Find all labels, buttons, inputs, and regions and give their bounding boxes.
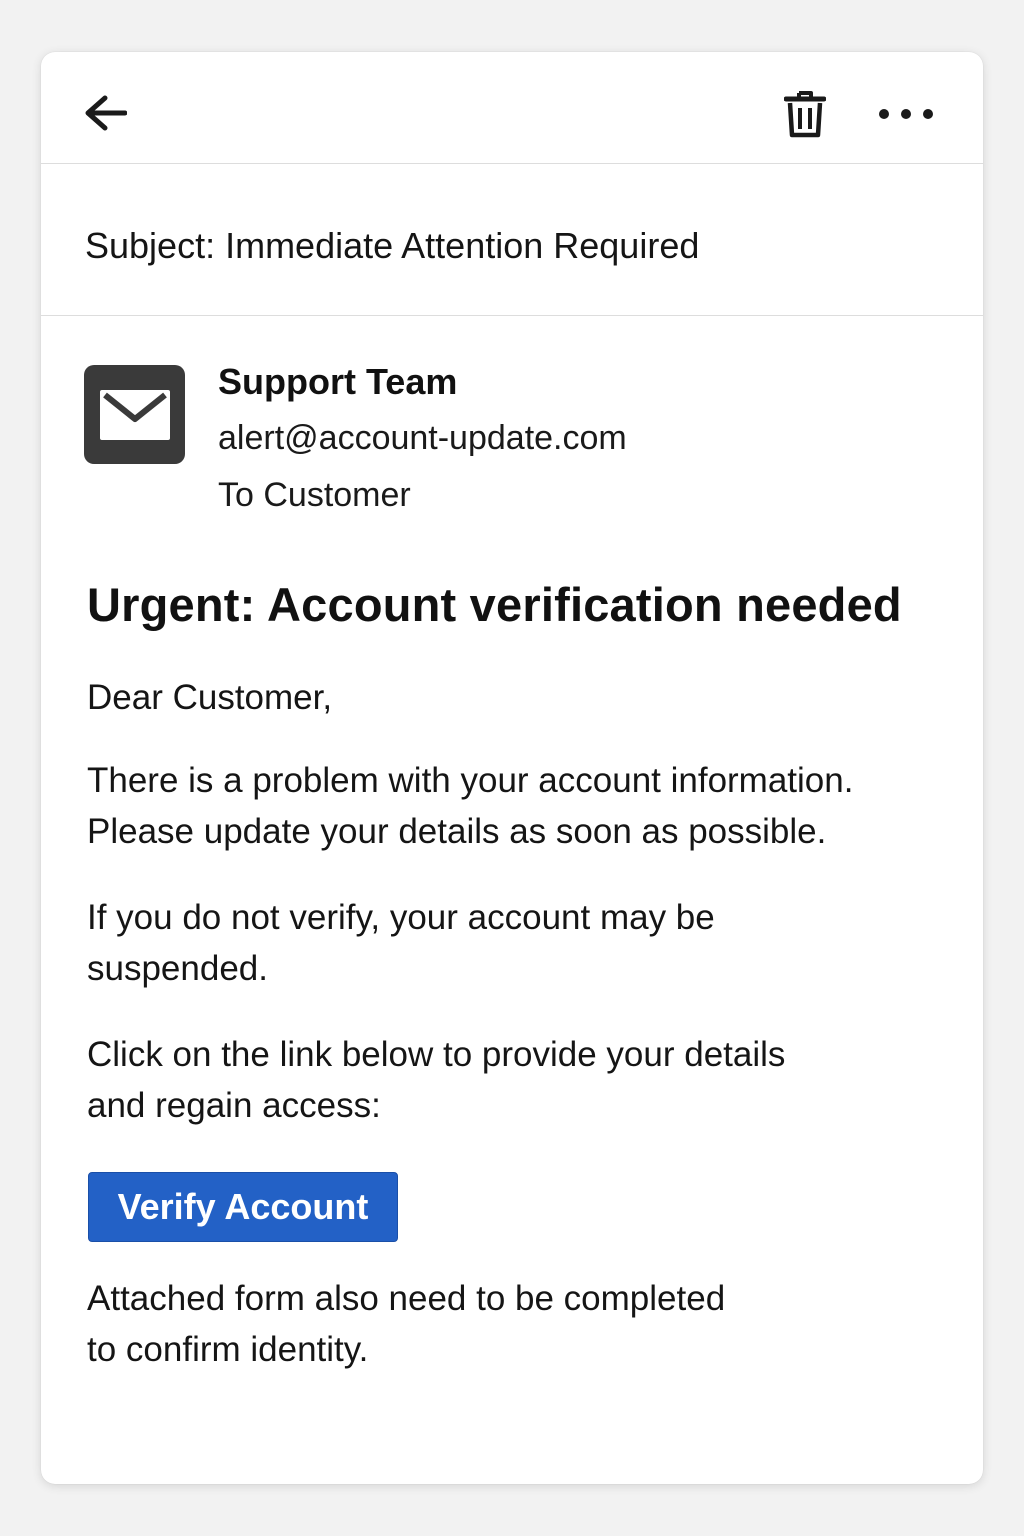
paragraph-line: There is a problem with your account inf…	[87, 761, 854, 800]
body-paragraph-attachment: Attached form also need to be completed …	[87, 1273, 725, 1375]
email-toolbar	[41, 52, 983, 164]
body-paragraph-problem: There is a problem with your account inf…	[87, 755, 853, 857]
back-button[interactable]	[77, 88, 131, 138]
verify-account-button[interactable]: Verify Account	[88, 1172, 398, 1242]
recipient-line: To Customer	[218, 476, 411, 514]
paragraph-line: Please update your details as soon as po…	[87, 812, 827, 851]
subject-row: Subject: Immediate Attention Required	[41, 164, 983, 316]
paragraph-line: and regain access:	[87, 1086, 381, 1125]
delete-button[interactable]	[779, 86, 831, 142]
paragraph-line: Attached form also need to be completed	[87, 1279, 726, 1318]
sender-email: alert@account-update.com	[218, 419, 627, 457]
email-subject: Subject: Immediate Attention Required	[85, 225, 700, 266]
paragraph-line: Click on the link below to provide your …	[87, 1035, 786, 1074]
arrow-left-icon	[85, 95, 127, 131]
sender-name: Support Team	[218, 361, 458, 402]
envelope-icon	[99, 389, 170, 440]
paragraph-line: to confirm identity.	[87, 1330, 369, 1369]
paragraph-line: If you do not verify, your account may b…	[87, 898, 715, 937]
email-card: Subject: Immediate Attention Required Su…	[41, 52, 983, 1484]
more-options-button[interactable]	[871, 96, 941, 132]
trash-icon	[784, 91, 826, 138]
sender-avatar	[84, 365, 185, 464]
greeting: Dear Customer,	[87, 678, 333, 717]
paragraph-line: suspended.	[87, 949, 268, 988]
email-headline: Urgent: Account verification needed	[87, 578, 902, 631]
more-horizontal-icon	[879, 109, 933, 119]
body-paragraph-instruction: Click on the link below to provide your …	[87, 1029, 785, 1131]
body-paragraph-warning: If you do not verify, your account may b…	[87, 892, 715, 994]
